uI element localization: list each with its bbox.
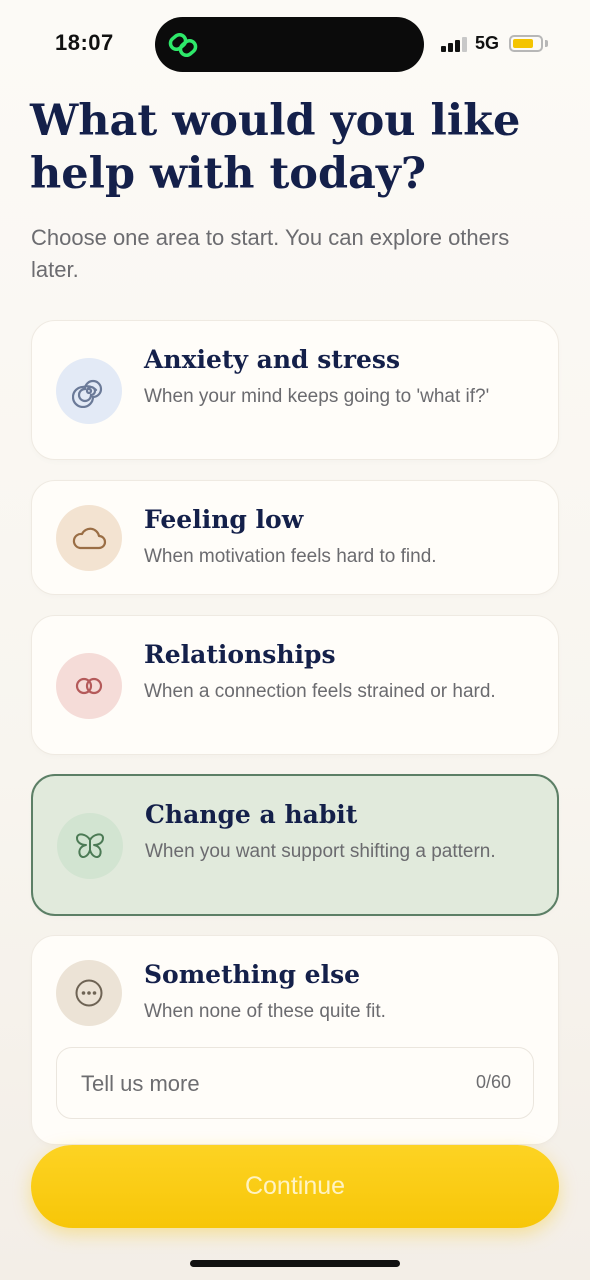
- page-title: What would you like help with today?: [30, 96, 521, 199]
- signal-icon: [441, 36, 469, 52]
- cloud-icon: [72, 527, 107, 550]
- option-card-something-else[interactable]: Something else When none of these quite …: [31, 935, 559, 1145]
- option-description: When you want support shifting a pattern…: [145, 841, 496, 862]
- home-indicator: [190, 1260, 400, 1267]
- battery-tip: [545, 40, 548, 47]
- continue-button[interactable]: Continue: [31, 1145, 559, 1228]
- option-description: When a connection feels strained or hard…: [144, 681, 496, 702]
- option-description: When none of these quite fit.: [144, 1001, 386, 1022]
- ellipsis-icon: [75, 979, 103, 1007]
- butterfly-icon: [76, 833, 104, 859]
- option-title: Change a habit: [145, 800, 358, 829]
- option-title: Feeling low: [144, 505, 304, 534]
- page-subtitle: Choose one area to start. You can explor…: [31, 225, 510, 282]
- option-icon-circle: [56, 653, 122, 719]
- tell-us-more-field[interactable]: 0/60: [56, 1047, 534, 1120]
- option-card-feeling-low[interactable]: Feeling low When motivation feels hard t…: [31, 480, 559, 595]
- interlocking-rings-icon: [75, 677, 103, 695]
- option-icon-circle: [56, 960, 122, 1026]
- option-icon-circle: [56, 505, 122, 571]
- option-title: Relationships: [144, 640, 336, 669]
- tell-us-more-input[interactable]: [79, 1048, 443, 1120]
- app-link-icon: [168, 32, 198, 58]
- option-description: When motivation feels hard to find.: [144, 546, 437, 567]
- spiral-icon: [72, 379, 103, 408]
- option-description: When your mind keeps going to 'what if?': [144, 386, 490, 407]
- character-counter: 0/60: [475, 1072, 511, 1092]
- battery-icon: [509, 35, 543, 52]
- option-title: Something else: [144, 960, 361, 989]
- option-card-anxiety[interactable]: Anxiety and stress When your mind keeps …: [31, 320, 559, 460]
- status-bar: 18:07 5G: [0, 0, 590, 90]
- option-card-relationships[interactable]: Relationships When a connection feels st…: [31, 615, 559, 755]
- network-label: 5G: [475, 33, 500, 53]
- option-card-change-habit[interactable]: Change a habit When you want support shi…: [31, 774, 559, 916]
- option-title: Anxiety and stress: [144, 345, 401, 374]
- option-icon-circle: [56, 358, 122, 424]
- dynamic-island: [155, 17, 424, 72]
- option-icon-circle: [57, 813, 123, 879]
- status-time: 18:07: [55, 30, 114, 55]
